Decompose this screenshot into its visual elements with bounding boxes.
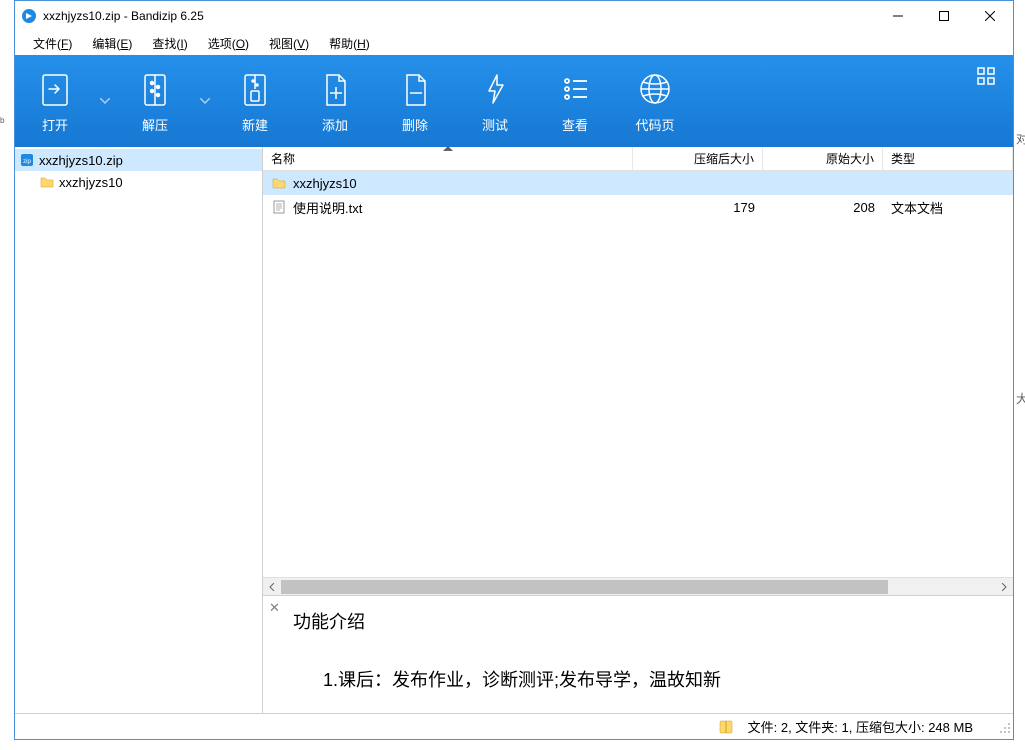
codepage-label: 代码页	[635, 115, 674, 134]
folder-icon	[39, 174, 55, 190]
chevron-right-icon	[1000, 583, 1008, 591]
menu-edit[interactable]: 编辑(E)	[84, 33, 140, 54]
resize-grip[interactable]	[999, 722, 1011, 737]
menu-help[interactable]: 帮助(H)	[321, 33, 378, 54]
zip-icon: zip	[19, 152, 35, 168]
txt-icon	[271, 199, 287, 215]
status-text: 文件: 2, 文件夹: 1, 压缩包大小: 248 MB	[748, 717, 973, 736]
chevron-down-icon	[100, 98, 110, 104]
column-name[interactable]: 名称	[263, 147, 633, 170]
minimize-button[interactable]	[875, 1, 921, 31]
tree-child[interactable]: xxzhjyzs10	[15, 171, 262, 193]
column-compressed[interactable]: 压缩后大小	[633, 147, 763, 170]
cell-type: 文本文档	[883, 198, 1013, 217]
new-button[interactable]: 新建	[215, 55, 295, 147]
list-row[interactable]: 使用说明.txt 179208文本文档	[263, 195, 1013, 219]
codepage-button[interactable]: 代码页	[615, 55, 695, 147]
view-label: 查看	[562, 115, 588, 134]
archive-icon	[718, 719, 734, 735]
cell-compressed: 179	[633, 200, 763, 215]
tree-root-label: xxzhjyzs10.zip	[39, 153, 123, 168]
app-icon	[21, 8, 37, 24]
preview-panel: ✕ 功能介绍 1.课后：发布作业，诊断测评;发布导学，温故知新	[263, 595, 1013, 713]
delete-button[interactable]: 删除	[375, 55, 455, 147]
new-icon	[235, 69, 275, 109]
menu-file[interactable]: 文件(F)	[25, 33, 80, 54]
chevron-left-icon	[268, 583, 276, 591]
horizontal-scrollbar[interactable]	[263, 577, 1013, 595]
test-icon	[475, 69, 515, 109]
open-button[interactable]: 打开	[15, 55, 95, 147]
delete-icon	[395, 69, 435, 109]
add-icon	[315, 69, 355, 109]
column-original[interactable]: 原始大小	[763, 147, 883, 170]
cell-original: 208	[763, 200, 883, 215]
add-button[interactable]: 添加	[295, 55, 375, 147]
tree-panel: zip xxzhjyzs10.zip xxzhjyzs10	[15, 147, 263, 713]
preview-close-button[interactable]: ✕	[269, 600, 280, 616]
grid-view-icon[interactable]	[977, 67, 995, 88]
scroll-right-button[interactable]	[995, 578, 1013, 596]
svg-text:zip: zip	[23, 159, 31, 165]
scroll-track[interactable]	[281, 578, 995, 596]
test-label: 测试	[482, 115, 508, 134]
add-label: 添加	[322, 115, 348, 134]
chevron-down-icon	[200, 98, 210, 104]
window-title: xxzhjyzs10.zip - Bandizip 6.25	[43, 9, 875, 23]
close-icon	[985, 11, 995, 21]
close-button[interactable]	[967, 1, 1013, 31]
extract-icon	[135, 69, 175, 109]
app-window: xxzhjyzs10.zip - Bandizip 6.25 文件(F) 编辑(…	[14, 0, 1014, 740]
titlebar: xxzhjyzs10.zip - Bandizip 6.25	[15, 1, 1013, 31]
open-label: 打开	[42, 115, 68, 134]
file-name: xxzhjyzs10	[293, 176, 357, 191]
folder-icon	[271, 175, 287, 191]
toolbar: 打开 解压 新建 添加	[15, 55, 1013, 147]
test-button[interactable]: 测试	[455, 55, 535, 147]
menu-view[interactable]: 视图(V)	[261, 33, 317, 54]
list-body: xxzhjyzs10 使用说明.txt 179208文本文档	[263, 171, 1013, 577]
list-panel: 名称 压缩后大小 原始大小 类型 xxzhjyzs10 使用说明.txt 17920…	[263, 147, 1013, 713]
tree-child-label: xxzhjyzs10	[59, 175, 123, 190]
menu-options[interactable]: 选项(O)	[200, 33, 257, 54]
list-header: 名称 压缩后大小 原始大小 类型	[263, 147, 1013, 171]
new-label: 新建	[242, 115, 268, 134]
extract-dropdown[interactable]	[195, 55, 215, 147]
view-icon	[555, 69, 595, 109]
file-name: 使用说明.txt	[293, 198, 362, 217]
scroll-thumb[interactable]	[281, 580, 888, 594]
column-type[interactable]: 类型	[883, 147, 1013, 170]
delete-label: 删除	[402, 115, 428, 134]
preview-body: 1.课后：发布作业，诊断测评;发布导学，温故知新	[323, 666, 993, 692]
maximize-button[interactable]	[921, 1, 967, 31]
extract-button[interactable]: 解压	[115, 55, 195, 147]
codepage-icon	[635, 69, 675, 109]
menu-find[interactable]: 查找(I)	[144, 33, 195, 54]
extract-label: 解压	[142, 115, 168, 134]
statusbar: 文件: 2, 文件夹: 1, 压缩包大小: 248 MB	[15, 713, 1013, 739]
open-dropdown[interactable]	[95, 55, 115, 147]
maximize-icon	[939, 11, 949, 21]
main-area: zip xxzhjyzs10.zip xxzhjyzs10 名称 压缩后大小 原…	[15, 147, 1013, 713]
open-icon	[35, 69, 75, 109]
list-row[interactable]: xxzhjyzs10	[263, 171, 1013, 195]
minimize-icon	[893, 11, 903, 21]
tree-root[interactable]: zip xxzhjyzs10.zip	[15, 149, 262, 171]
view-button[interactable]: 查看	[535, 55, 615, 147]
menubar: 文件(F) 编辑(E) 查找(I) 选项(O) 视图(V) 帮助(H)	[15, 31, 1013, 55]
scroll-left-button[interactable]	[263, 578, 281, 596]
window-controls	[875, 1, 1013, 31]
preview-title: 功能介绍	[293, 608, 993, 634]
